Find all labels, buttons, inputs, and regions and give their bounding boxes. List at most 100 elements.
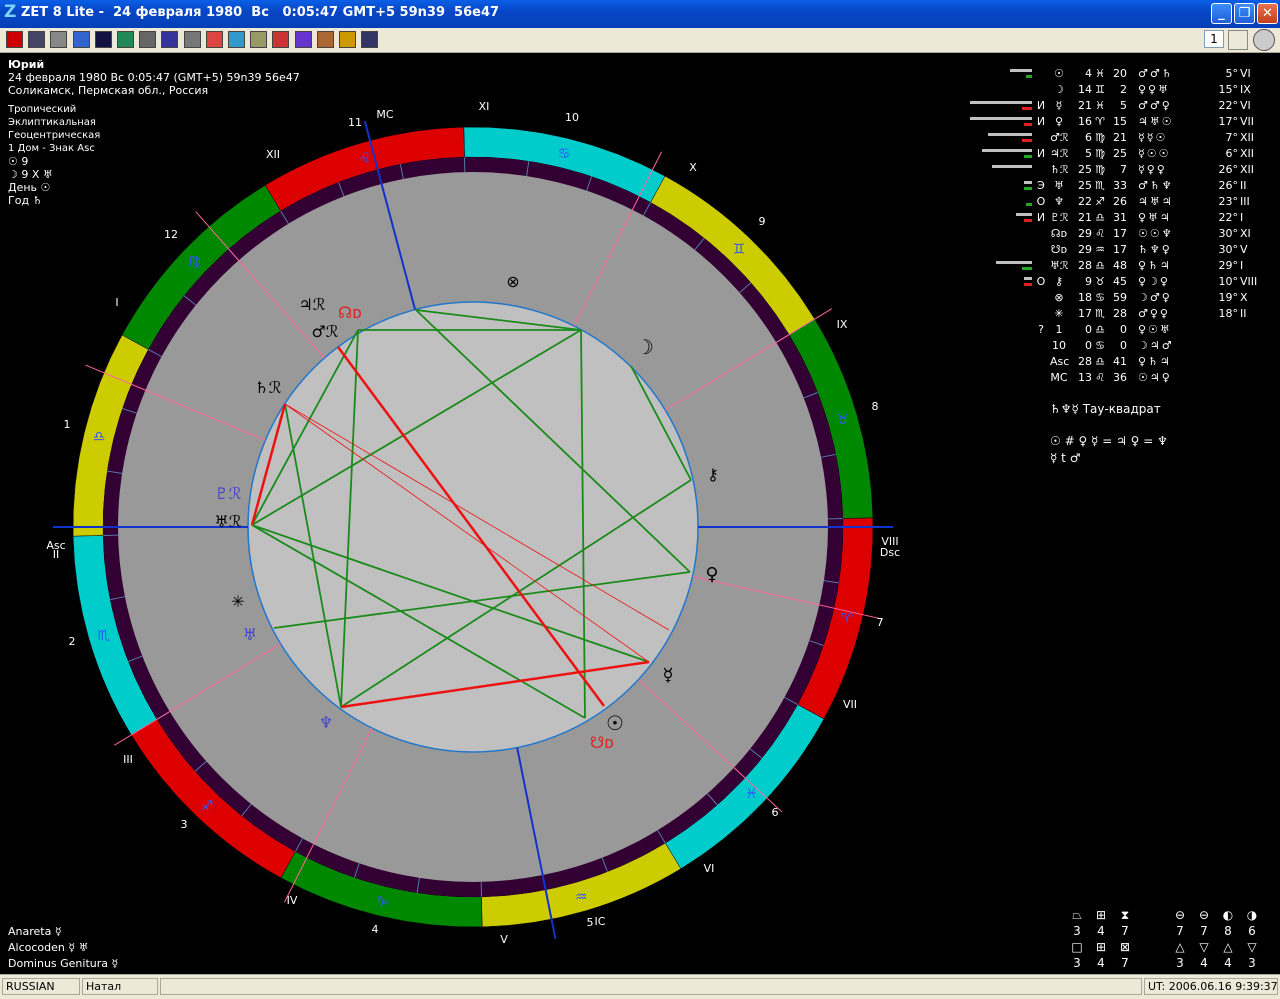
stat-value: 7 [1169,924,1191,938]
house: X [1240,290,1276,306]
person-name: Юрий [8,58,300,71]
house-numeral: IC [595,915,606,928]
sign-glyph: ♏ [1093,178,1107,194]
position-flag: ? [1034,322,1048,338]
sign-glyph: ♌ [1093,226,1107,242]
planet-glyph: ☽ [1050,82,1068,98]
house-number: 11 [348,116,362,129]
position-flag: О [1034,194,1048,210]
sign-glyph: ♉ [836,412,849,428]
square-icon: □ [1066,940,1088,954]
asc-label: Asc [46,539,65,552]
rulers: ☉☉♆ [1138,226,1210,242]
house: I [1240,210,1276,226]
stat-value: 3 [1066,924,1088,938]
house-degree: 6° [1208,146,1238,162]
planet-glyph: ✳ [1050,306,1068,322]
degree: 9 [1070,274,1092,290]
rulers: ☿☿☉ [1138,130,1210,146]
house: V [1240,242,1276,258]
planet-neptune-icon: ♆ [319,713,333,732]
sign-glyph: ♌ [1093,370,1107,386]
house: XI [1240,226,1276,242]
strength-bars [950,292,1032,304]
aspect-line-2: ☿ t ♂ [1050,451,1080,465]
house-degree: 5° [1208,66,1238,82]
moon-ruler-line: ☽ 9 X ♅ [8,168,300,181]
rulers: ♀♀♅ [1138,82,1210,98]
house-numeral: V [500,933,508,946]
anareta: Anareta ☿ [8,924,118,940]
planet-glyph: ♄ℛ [1050,162,1068,178]
strength-bars [950,196,1032,208]
stat-value: 8 [1217,924,1239,938]
planet-glyph: MC [1050,370,1068,386]
strength-bars [950,340,1032,352]
sign-glyph: ♒ [1093,242,1107,258]
planet-glyph: ☋ᴅ [1050,242,1068,258]
sign-glyph: ♍ [1093,162,1107,178]
coord-type: Эклиптикальная [8,116,300,129]
degree: 21 [1070,210,1092,226]
minutes: 5 [1107,98,1127,114]
sign-glyph: ♐ [201,798,214,814]
minutes: 17 [1107,226,1127,242]
degree: 25 [1070,178,1092,194]
tau-square-label: ♄♆☿ Тау-квадрат [1050,402,1161,416]
strength-bars [950,84,1032,96]
sign-glyph: ♎ [1093,258,1107,274]
stat-value: 4 [1090,924,1112,938]
rulers: ♂♄♆ [1138,178,1210,194]
rulers: ♀♄♃ [1138,258,1210,274]
minutes: 45 [1107,274,1127,290]
rulers: ♀♄♃ [1138,354,1210,370]
strength-bars [950,68,1032,80]
house-numeral: IX [837,318,848,331]
zodiac-type: Тропический [8,103,300,116]
degree: 4 [1070,66,1092,82]
planet-fortune-icon: ⊗ [506,272,519,291]
strength-bars [950,180,1032,192]
sign-glyph: ♊ [1093,82,1107,98]
rulers: ♀☽♀ [1138,274,1210,290]
strength-bars [950,372,1032,384]
house-number: 10 [565,111,579,124]
house-degree: 23° [1208,194,1238,210]
sign-glyph: ♎ [1093,322,1107,338]
planet-mercury-icon: ☿ [662,665,673,686]
house-number: 3 [181,818,188,831]
planet-moon-icon: ☽ [636,335,654,359]
stat-value: 3 [1241,956,1263,970]
year-ruler-line: Год ♄ [8,194,300,207]
minutes: 2 [1107,82,1127,98]
house-number: 4 [372,923,379,936]
hourglass-icon: ⧗ [1114,908,1136,923]
rulers: ☿☉☉ [1138,146,1210,162]
sign-glyph: ♋ [558,146,571,162]
planet-lilith-icon: ♅ℛ [214,512,241,531]
house-degree: 29° [1208,258,1238,274]
stat-value: 7 [1114,924,1136,938]
house: XII [1240,130,1276,146]
sign-glyph: ♈ [841,611,854,627]
degree: 29 [1070,242,1092,258]
dignity-bar [1024,219,1032,222]
strength-bars [950,228,1032,240]
rulers: ♃♅☉ [1138,114,1210,130]
house-degree: 30° [1208,226,1238,242]
house-number: 2 [69,635,76,648]
strength-bars [950,212,1032,224]
planet-glyph: ♇ℛ [1050,210,1068,226]
sun-ruler-line: ☉ 9 [8,155,300,168]
planet-glyph: 10 [1050,338,1068,354]
house-degree: 15° [1208,82,1238,98]
house-number: 1 [64,418,71,431]
sign-glyph: ♍ [188,254,201,270]
status-ut: UT: 2006.06.16 9:39:37 [1144,978,1278,995]
house-number: 7 [877,616,884,629]
rulers: ♂♂♀ [1138,98,1210,114]
house: IX [1240,82,1276,98]
degree: 0 [1070,338,1092,354]
house: XII [1240,146,1276,162]
degree: 5 [1070,146,1092,162]
